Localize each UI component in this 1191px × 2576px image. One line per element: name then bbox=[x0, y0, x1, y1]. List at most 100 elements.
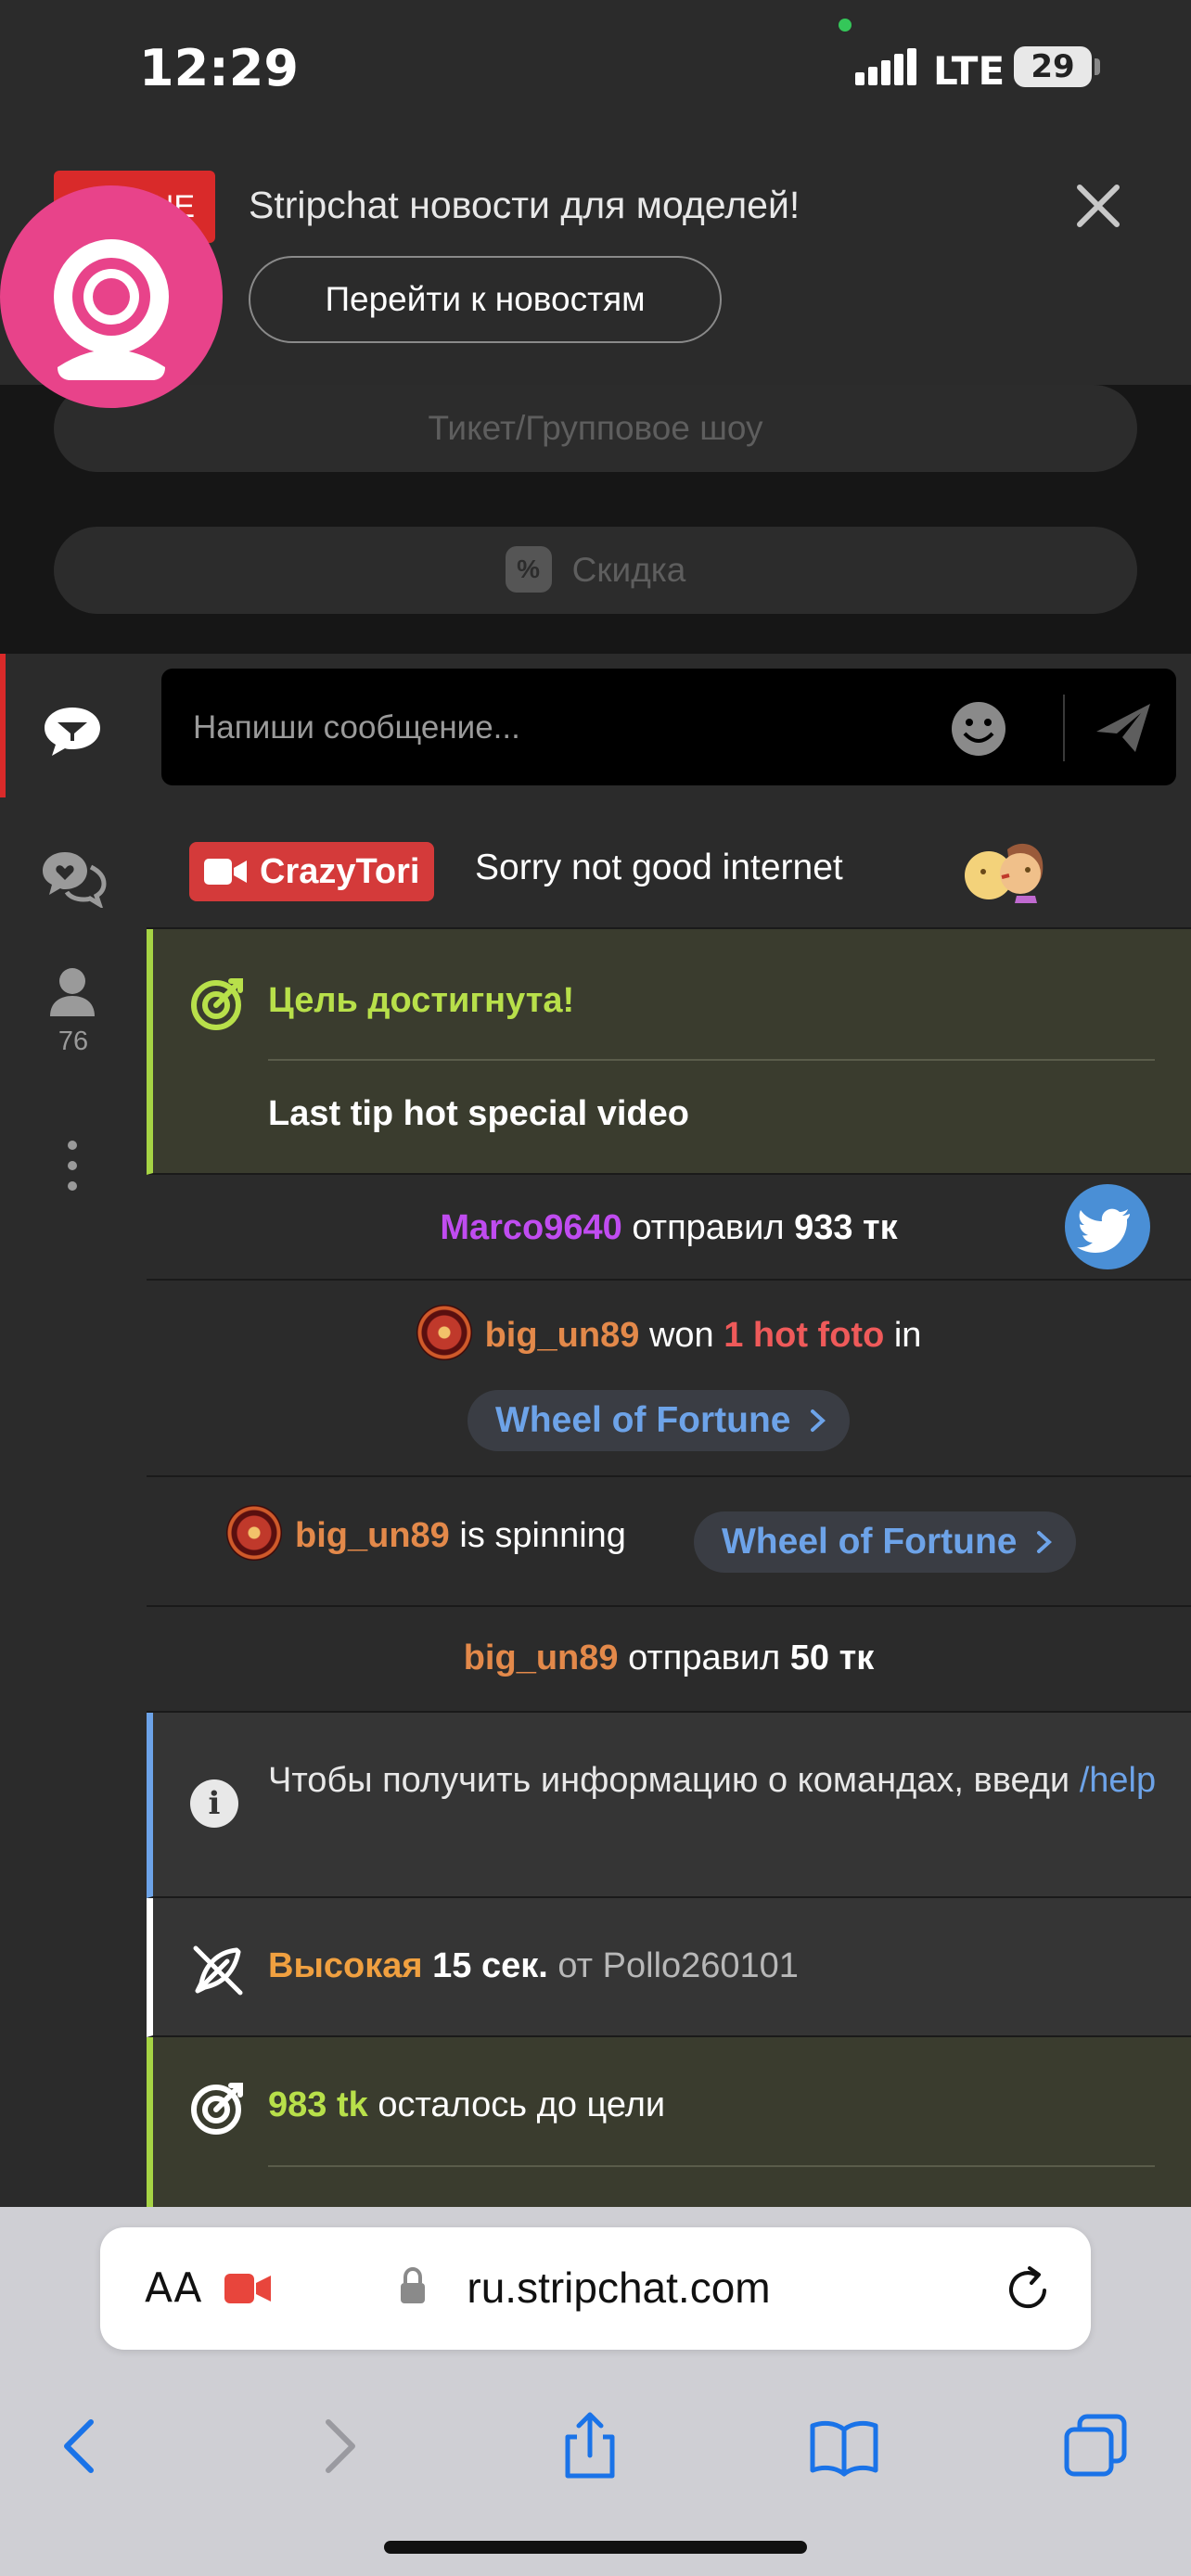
model-message-text: Sorry not good internet bbox=[475, 848, 843, 887]
wheel-of-fortune-label: Wheel of Fortune bbox=[722, 1522, 1018, 1562]
home-indicator bbox=[384, 2541, 807, 2554]
info-icon: i bbox=[190, 1779, 238, 1828]
chat-panel: Напиши сообщение... CrazyTori Sorry not … bbox=[147, 654, 1191, 2207]
priority-feather-icon bbox=[193, 1945, 243, 1996]
twitter-icon bbox=[1077, 1208, 1130, 1253]
message-input-placeholder: Напиши сообщение... bbox=[193, 709, 520, 746]
active-tab-indicator bbox=[0, 654, 6, 797]
goal-reached-message: Цель достигнута! Last tip hot special vi… bbox=[147, 929, 1191, 1175]
send-icon[interactable] bbox=[1093, 698, 1154, 758]
spinner-username[interactable]: big_un89 bbox=[295, 1516, 450, 1555]
private-chat-icon[interactable] bbox=[37, 848, 108, 908]
winner-username[interactable]: big_un89 bbox=[485, 1316, 640, 1355]
priority-message: Высокая 15 сек. от Pollo260101 bbox=[147, 1898, 1191, 2037]
forward-icon[interactable] bbox=[302, 2409, 377, 2483]
tip-amount: 933 тк bbox=[794, 1208, 898, 1247]
target-icon bbox=[191, 978, 243, 1030]
message-input[interactable]: Напиши сообщение... bbox=[161, 669, 1176, 785]
help-info-body: Чтобы получить информацию о командах, вв… bbox=[268, 1761, 1070, 1800]
video-camera-icon bbox=[204, 859, 247, 885]
model-username-badge[interactable]: CrazyTori bbox=[189, 842, 435, 901]
target-icon bbox=[191, 2083, 243, 2135]
model-message: CrazyTori Sorry not good internet bbox=[147, 797, 1191, 929]
won-prize: 1 hot foto bbox=[724, 1316, 885, 1356]
news-banner: NE Stripchat новости для моделей! Перейт… bbox=[0, 130, 1191, 408]
priority-text: Высокая 15 сек. от Pollo260101 bbox=[268, 1946, 799, 1986]
goal-divider bbox=[268, 2165, 1155, 2167]
browser-toolbar: AA ru.stripchat.com bbox=[0, 2207, 1191, 2576]
status-time: 12:29 bbox=[139, 39, 299, 97]
chat-sidebar: 76 bbox=[0, 654, 147, 2207]
input-divider bbox=[1063, 695, 1065, 761]
tip-action: отправил bbox=[632, 1208, 785, 1247]
priority-duration: 15 сек. bbox=[432, 1946, 548, 1985]
help-command-link[interactable]: /help bbox=[1080, 1761, 1156, 1800]
goal-left-label: осталось до цели bbox=[378, 2085, 666, 2124]
help-info-text: Чтобы получить информацию о командах, вв… bbox=[268, 1755, 1159, 1805]
goal-left-amount: 983 tk bbox=[268, 2085, 368, 2124]
stripchat-logo bbox=[0, 185, 223, 408]
reload-icon[interactable] bbox=[1004, 2264, 1054, 2315]
address-bar[interactable]: AA ru.stripchat.com bbox=[100, 2227, 1091, 2350]
won-action: won bbox=[648, 1316, 714, 1356]
wheel-of-fortune-button[interactable]: Wheel of Fortune bbox=[467, 1390, 851, 1451]
network-type: LTE bbox=[933, 48, 1005, 94]
go-to-news-button[interactable]: Перейти к новостям bbox=[249, 256, 722, 343]
priority-user[interactable]: Pollo260101 bbox=[603, 1946, 799, 1985]
goal-left-text: 983 tk осталось до цели bbox=[268, 2085, 665, 2125]
spin-action: is spinning bbox=[459, 1516, 626, 1556]
tip-message-text: big_un89 отправил 50 тк bbox=[147, 1639, 1191, 1678]
wheel-avatar-icon bbox=[416, 1305, 472, 1360]
url-text: ru.stripchat.com bbox=[467, 2264, 771, 2312]
tipper-username[interactable]: big_un89 bbox=[464, 1639, 619, 1677]
twitter-button[interactable] bbox=[1065, 1184, 1150, 1269]
chevron-right-icon bbox=[1037, 1531, 1053, 1553]
help-info-message: i Чтобы получить информацию о командах, … bbox=[147, 1713, 1191, 1898]
wheel-of-fortune-button[interactable]: Wheel of Fortune bbox=[694, 1511, 1077, 1573]
tip-message-text: Marco9640 отправил 933 тк bbox=[147, 1208, 1191, 1248]
tipper-username[interactable]: Marco9640 bbox=[440, 1208, 621, 1247]
discount-icon: % bbox=[505, 546, 552, 593]
tip-action: отправил bbox=[628, 1639, 781, 1677]
wheel-of-fortune-label: Wheel of Fortune bbox=[495, 1400, 791, 1440]
users-count: 76 bbox=[58, 1027, 89, 1056]
news-title: Stripchat новости для моделей! bbox=[249, 184, 800, 226]
status-bar: 12:29 LTE 29 bbox=[0, 0, 1191, 130]
mic-indicator-dot bbox=[839, 19, 852, 32]
close-icon[interactable] bbox=[1074, 182, 1122, 230]
wheel-spin-message: big_un89 is spinning Wheel of Fortune bbox=[147, 1477, 1191, 1607]
wheel-win-message: big_un89 won 1 hot foto in Wheel of Fort… bbox=[147, 1281, 1191, 1477]
wheel-win-text: big_un89 won 1 hot foto in bbox=[147, 1305, 1191, 1360]
more-options-icon[interactable] bbox=[37, 1136, 108, 1195]
signal-icon bbox=[855, 48, 916, 85]
tip-amount: 50 тк bbox=[789, 1639, 875, 1677]
battery-icon: 29 bbox=[1014, 46, 1092, 87]
users-icon[interactable] bbox=[37, 964, 108, 1024]
tip-message: big_un89 отправил 50 тк bbox=[147, 1607, 1191, 1713]
webcam-icon bbox=[54, 239, 169, 380]
goal-divider bbox=[268, 1059, 1155, 1061]
tabs-icon[interactable] bbox=[1059, 2409, 1133, 2483]
priority-level: Высокая bbox=[268, 1946, 423, 1985]
show-options: Тикет/Групповое шоу % Скидка bbox=[0, 385, 1191, 654]
goal-reached-title: Цель достигнута! bbox=[268, 981, 575, 1020]
priority-from: от bbox=[557, 1946, 594, 1985]
back-icon[interactable] bbox=[43, 2409, 117, 2483]
discount-button[interactable]: % Скидка bbox=[54, 527, 1137, 614]
goal-progress-message: 983 tk осталось до цели bbox=[147, 2037, 1191, 2207]
discount-label: Скидка bbox=[571, 551, 686, 589]
battery-cap bbox=[1095, 58, 1100, 75]
share-icon[interactable] bbox=[553, 2409, 627, 2483]
tip-message: Marco9640 отправил 933 тк bbox=[147, 1175, 1191, 1281]
chevron-right-icon bbox=[811, 1409, 826, 1432]
kissing-couple-sticker bbox=[965, 843, 1044, 903]
message-input-bar: Напиши сообщение... bbox=[147, 654, 1191, 797]
goal-description: Last tip hot special video bbox=[268, 1094, 689, 1133]
bookmarks-icon[interactable] bbox=[807, 2409, 881, 2483]
model-username: CrazyTori bbox=[260, 852, 420, 891]
wheel-spin-text: big_un89 is spinning bbox=[226, 1505, 626, 1561]
emoji-icon[interactable] bbox=[950, 700, 1007, 758]
wheel-avatar-icon bbox=[226, 1505, 282, 1561]
won-prep: in bbox=[893, 1316, 922, 1356]
public-chat-icon[interactable] bbox=[37, 702, 108, 761]
